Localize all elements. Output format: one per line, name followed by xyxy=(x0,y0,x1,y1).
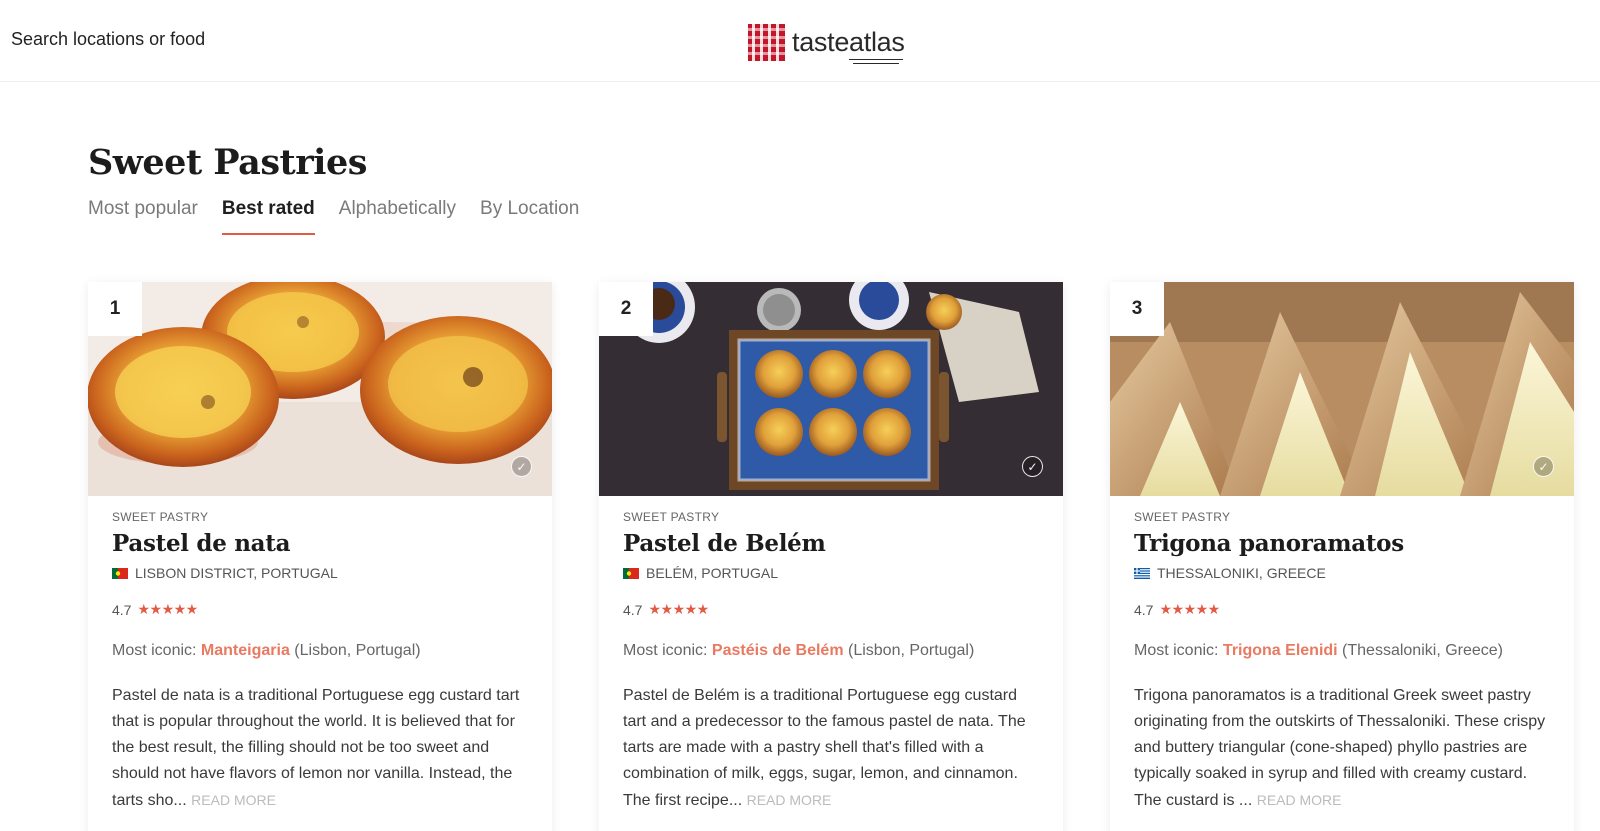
logo-wordmark: tasteatlas xyxy=(792,27,905,58)
read-more-link[interactable]: READ MORE xyxy=(191,792,276,808)
star-rating-icon: ★★★★★ xyxy=(137,601,198,617)
card-body: SWEET PASTRY Pastel de Belém BELÉM, PORT… xyxy=(623,510,1043,814)
rating-value: 4.7 xyxy=(623,601,643,618)
dish-card[interactable]: 2 ✓ SWEET PASTRY Pastel de Belém BELÉM, … xyxy=(599,282,1063,831)
iconic-prefix: Most iconic: xyxy=(623,642,712,659)
checkmark-icon[interactable]: ✓ xyxy=(1533,456,1554,477)
description-text: Pastel de nata is a traditional Portugue… xyxy=(112,687,520,809)
read-more-link[interactable]: READ MORE xyxy=(1257,792,1342,808)
tab-by-location[interactable]: By Location xyxy=(480,198,579,235)
tab-alphabetically[interactable]: Alphabetically xyxy=(339,198,456,235)
tasteatlas-logo[interactable]: tasteatlas xyxy=(748,22,905,62)
iconic-prefix: Most iconic: xyxy=(1134,642,1223,659)
checkmark-icon[interactable]: ✓ xyxy=(511,456,532,477)
iconic-suffix: (Lisbon, Portugal) xyxy=(843,642,975,659)
greece-flag-icon xyxy=(1134,567,1150,579)
rating-value: 4.7 xyxy=(1134,601,1154,618)
dish-description: Pastel de Belém is a traditional Portugu… xyxy=(623,683,1043,814)
site-header: Search locations or food tasteatlas xyxy=(0,0,1600,82)
dish-location[interactable]: THESSALONIKI, GREECE xyxy=(1134,565,1554,581)
most-iconic: Most iconic: Manteigaria (Lisbon, Portug… xyxy=(112,642,532,660)
rating: 4.7 ★★★★★ xyxy=(623,601,1043,618)
dish-category: SWEET PASTRY xyxy=(623,510,720,524)
card-body: SWEET PASTRY Trigona panoramatos THESSAL… xyxy=(1134,510,1554,814)
rating-value: 4.7 xyxy=(112,601,132,618)
logo-word-atlas: atlas xyxy=(849,26,905,57)
logo-word-taste: taste xyxy=(792,26,850,57)
search-trigger[interactable]: Search locations or food xyxy=(11,29,205,50)
iconic-suffix: (Lisbon, Portugal) xyxy=(289,642,421,659)
most-iconic: Most iconic: Pastéis de Belém (Lisbon, P… xyxy=(623,642,1043,660)
star-rating-icon: ★★★★★ xyxy=(648,601,709,617)
most-iconic: Most iconic: Trigona Elenidi (Thessaloni… xyxy=(1134,642,1554,660)
dish-description: Trigona panoramatos is a traditional Gre… xyxy=(1134,683,1554,814)
location-label: BELÉM, PORTUGAL xyxy=(646,565,779,581)
dish-location[interactable]: LISBON DISTRICT, PORTUGAL xyxy=(112,565,532,581)
dish-category: SWEET PASTRY xyxy=(1134,510,1231,524)
rank-badge: 1 xyxy=(88,282,142,336)
dish-name[interactable]: Trigona panoramatos xyxy=(1134,530,1554,557)
dish-photo-trigona-panoramatos[interactable]: 3 ✓ xyxy=(1110,282,1574,496)
checkmark-icon[interactable]: ✓ xyxy=(1022,456,1043,477)
rank-badge: 2 xyxy=(599,282,653,336)
iconic-suffix: (Thessaloniki, Greece) xyxy=(1337,642,1503,659)
location-label: LISBON DISTRICT, PORTUGAL xyxy=(135,565,338,581)
location-label: THESSALONIKI, GREECE xyxy=(1157,565,1326,581)
checkered-tablecloth-icon xyxy=(748,23,785,61)
star-rating-icon: ★★★★★ xyxy=(1159,601,1220,617)
dish-photo-pastel-de-belem[interactable]: 2 ✓ xyxy=(599,282,1063,496)
sort-tabs: Most popular Best rated Alphabetically B… xyxy=(88,198,603,235)
dish-name[interactable]: Pastel de Belém xyxy=(623,530,1043,557)
portugal-flag-icon xyxy=(623,567,639,579)
dish-category: SWEET PASTRY xyxy=(112,510,209,524)
description-text: Pastel de Belém is a traditional Portugu… xyxy=(623,687,1026,809)
iconic-place-link[interactable]: Trigona Elenidi xyxy=(1223,642,1338,659)
card-body: SWEET PASTRY Pastel de nata LISBON DISTR… xyxy=(112,510,532,814)
tab-best-rated[interactable]: Best rated xyxy=(221,198,315,235)
dish-photo-pastel-de-nata[interactable]: 1 ✓ xyxy=(88,282,552,496)
iconic-prefix: Most iconic: xyxy=(112,642,201,659)
dish-description: Pastel de nata is a traditional Portugue… xyxy=(112,683,532,814)
read-more-link[interactable]: READ MORE xyxy=(747,792,832,808)
dish-card[interactable]: 3 ✓ SWEET PASTRY Trigona panoramatos THE… xyxy=(1110,282,1574,831)
iconic-place-link[interactable]: Pastéis de Belém xyxy=(712,642,844,659)
dish-location[interactable]: BELÉM, PORTUGAL xyxy=(623,565,1043,581)
page-title: Sweet Pastries xyxy=(88,142,367,183)
rank-badge: 3 xyxy=(1110,282,1164,336)
rating: 4.7 ★★★★★ xyxy=(1134,601,1554,618)
portugal-flag-icon xyxy=(112,567,128,579)
rating: 4.7 ★★★★★ xyxy=(112,601,532,618)
tab-most-popular[interactable]: Most popular xyxy=(88,198,198,235)
dish-name[interactable]: Pastel de nata xyxy=(112,530,532,557)
iconic-place-link[interactable]: Manteigaria xyxy=(201,642,290,659)
dish-card[interactable]: 1 ✓ SWEET PASTRY Pastel de nata LISBON D… xyxy=(88,282,552,831)
description-text: Trigona panoramatos is a traditional Gre… xyxy=(1134,687,1546,809)
